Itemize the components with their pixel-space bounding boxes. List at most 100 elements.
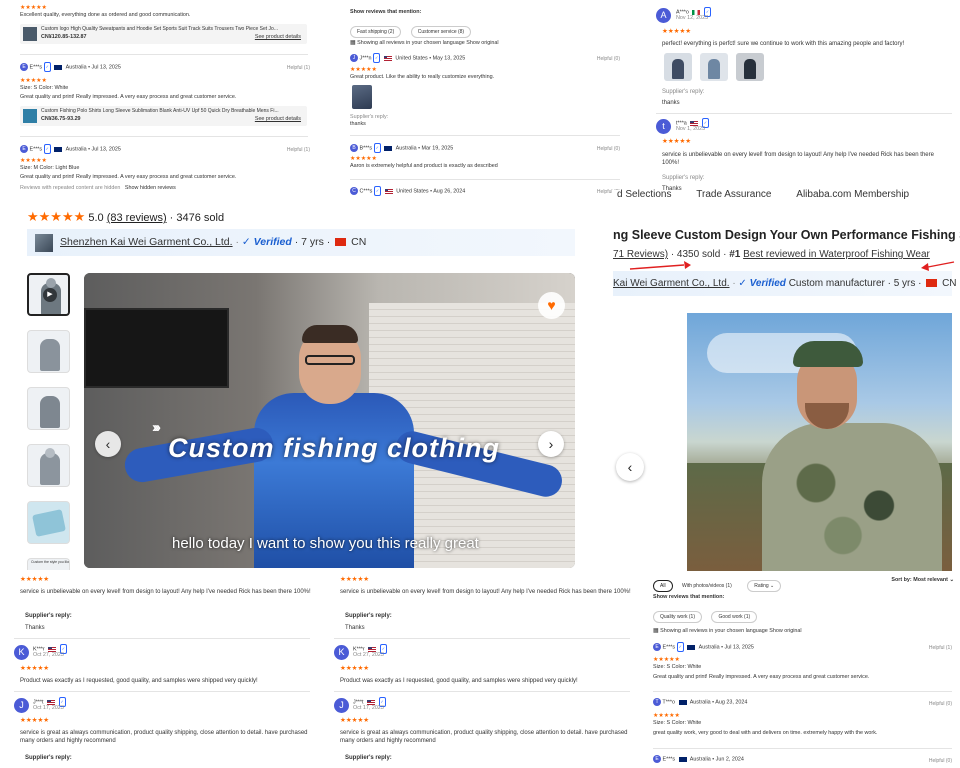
- verified-badge: ✓: [373, 143, 381, 153]
- video-next-button[interactable]: ›: [538, 431, 564, 457]
- company-name-link[interactable]: Shenzhen Kai Wei Garment Co., Ltd.: [60, 236, 233, 248]
- translate-icon: ▦: [350, 40, 356, 46]
- gallery-thumbnail-1[interactable]: ▶: [27, 273, 70, 316]
- show-hidden-reviews-link[interactable]: Show hidden reviews: [125, 185, 176, 191]
- rating-stars: ★★★★★: [340, 717, 370, 724]
- sold-count: · 4350 sold ·: [670, 249, 727, 260]
- chip-good-work[interactable]: Good work (1): [711, 611, 758, 623]
- user-avatar: J: [350, 54, 358, 62]
- tab-all[interactable]: All: [653, 580, 673, 592]
- flag-au-icon: [54, 64, 63, 70]
- nav-trade-assurance[interactable]: Trade Assurance: [696, 189, 771, 200]
- helpful-button[interactable]: Helpful (1): [929, 645, 952, 651]
- show-original-link[interactable]: Show original: [769, 628, 801, 634]
- heart-icon: ♥: [547, 297, 556, 313]
- helpful-button[interactable]: Helpful (1): [287, 65, 310, 71]
- company-name-link[interactable]: Kai Wei Garment Co., Ltd.: [613, 278, 730, 289]
- flag-au-icon: [687, 644, 696, 650]
- user-avatar: E: [653, 755, 661, 763]
- user-name: C***s: [359, 188, 373, 195]
- review-header: E E***s ✓ Australia • Jul 13, 2025: [20, 144, 121, 154]
- helpful-button[interactable]: Helpful (0): [929, 701, 952, 707]
- chip-fast-shipping[interactable]: Fast shipping (2): [350, 26, 402, 38]
- user-avatar: K: [14, 645, 29, 661]
- tab-with-photos[interactable]: With photos/videos (1): [682, 581, 738, 591]
- verified-label[interactable]: Verified: [254, 236, 292, 248]
- video-person-glasses: [305, 355, 355, 365]
- gallery-thumbnail-4[interactable]: [27, 444, 70, 487]
- sold-count: · 3476 sold: [169, 212, 225, 224]
- review-text: Excellent quality, everything done as or…: [20, 12, 191, 18]
- divider: [656, 113, 952, 114]
- favorite-button[interactable]: ♥: [538, 292, 565, 319]
- see-product-details-link[interactable]: See product details: [255, 33, 301, 41]
- product-card[interactable]: Custom Fishing Polo Shirts Long Sleeve S…: [20, 106, 307, 126]
- show-original-link[interactable]: Show original: [466, 40, 498, 46]
- company-line: Kai Wei Garment Co., Ltd. · ✓ Verified C…: [613, 278, 957, 289]
- review-date: Oct 17, 2023: [353, 705, 384, 711]
- divider: [653, 691, 952, 692]
- divider: [20, 136, 308, 137]
- review-attrs: Size: S Color: White: [20, 85, 69, 91]
- reviews-link[interactable]: (83 reviews): [107, 212, 167, 224]
- review-avatar: K: [14, 644, 29, 662]
- supplier-reply-label: Supplier's reply:: [345, 755, 392, 761]
- review-date: Oct 27, 2023: [353, 652, 384, 658]
- photo-prev-button[interactable]: ‹: [616, 453, 644, 481]
- product-photo[interactable]: [687, 313, 952, 571]
- chip-quality-work[interactable]: Quality work (1): [653, 611, 703, 623]
- review-photo[interactable]: [664, 53, 692, 81]
- divider: [350, 135, 620, 136]
- reviews-panel-bottom-right: All With photos/videos (1) Rating ⌄ Sort…: [645, 572, 960, 768]
- review-meta: Australia • Jul 13, 2025: [65, 146, 121, 153]
- verified-badge: ✓: [373, 53, 381, 63]
- rank-link[interactable]: Best reviewed in Waterproof Fishing Wear: [743, 249, 930, 260]
- review-header: T T***o Australia • Aug 23, 2024: [653, 698, 747, 706]
- gallery-thumbnail-3[interactable]: [27, 387, 70, 430]
- helpful-button[interactable]: Helpful (0): [597, 56, 620, 62]
- sort-dropdown[interactable]: Sort by: Most relevant ⌄: [891, 576, 954, 584]
- user-name: E***s: [662, 756, 676, 763]
- gallery-thumbnail-5[interactable]: [27, 501, 70, 544]
- review-avatar: K: [334, 644, 349, 662]
- reviews-count-link[interactable]: 71 Reviews): [613, 249, 668, 260]
- photo-person-body: [762, 423, 942, 571]
- review-text: Great quality and print! Really impresse…: [20, 174, 237, 180]
- thumb-fabric: [32, 509, 66, 537]
- nav-membership[interactable]: Alibaba.com Membership: [796, 189, 909, 200]
- annotation-arrow-right: [921, 261, 955, 271]
- chip-customer-service[interactable]: Customer service (8): [410, 26, 472, 38]
- review-photo[interactable]: [352, 85, 372, 109]
- divider: [14, 638, 310, 639]
- review-text: service is great as always communication…: [340, 730, 628, 744]
- video-chevrons-icon: ›››: [152, 419, 161, 436]
- flag-cn-icon: [926, 279, 938, 288]
- review-header: A: [656, 7, 671, 25]
- gallery-thumbnail-6[interactable]: Custom the style you like: [27, 558, 70, 570]
- review-avatar: J: [14, 697, 29, 715]
- product-card[interactable]: Custom logo High Quality Sweatpants and …: [20, 24, 307, 44]
- supplier-reply-label: Supplier's reply:: [662, 89, 705, 95]
- review-header: J J***n ✓ United States • May 13, 2025: [350, 53, 465, 63]
- review-photo[interactable]: [736, 53, 764, 81]
- photo-figure: [744, 59, 756, 79]
- helpful-button[interactable]: Helpful (0): [929, 758, 952, 764]
- verified-badge: ✓: [373, 186, 382, 196]
- helpful-button[interactable]: Helpful (0): [597, 146, 620, 152]
- review-header: C C***s ✓ United States • Aug 26, 2024: [350, 186, 465, 196]
- verified-badge: ✓: [676, 642, 684, 652]
- review-date: Oct 27, 2023: [33, 652, 64, 658]
- product-title: ng Sleeve Custom Design Your Own Perform…: [613, 228, 960, 242]
- hidden-note-text: Reviews with repeated content are hidden: [20, 185, 121, 191]
- video-prev-button[interactable]: ‹: [95, 431, 121, 457]
- verified-label[interactable]: Verified: [750, 278, 786, 289]
- see-product-details-link[interactable]: See product details: [255, 115, 301, 123]
- review-photo[interactable]: [700, 53, 728, 81]
- tab-rating[interactable]: Rating ⌄: [747, 580, 782, 592]
- helpful-button[interactable]: Helpful (1): [287, 147, 310, 153]
- rating-stars: ★★★★★: [662, 138, 692, 145]
- gallery-thumbnail-2[interactable]: [27, 330, 70, 373]
- nav-selections[interactable]: d Selections: [617, 189, 671, 200]
- product-thumbnail: [23, 109, 37, 123]
- product-video[interactable]: ››› Custom fishing clothing hello today …: [84, 273, 575, 568]
